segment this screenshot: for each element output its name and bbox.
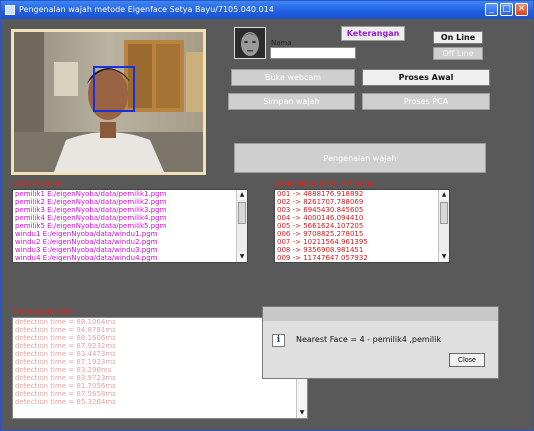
scroll-up-icon[interactable]: ▲: [439, 190, 449, 200]
list-item[interactable]: 006 -> 9708825.278015: [275, 230, 449, 238]
list-item[interactable]: 005 -> 5661624.107205: [275, 222, 449, 230]
app-icon: [5, 5, 15, 15]
proses-pca-button[interactable]: Proses PCA: [362, 93, 490, 110]
list-item[interactable]: pemilik5 E:/eigenNyoba/data/pemilik5.pgm: [13, 222, 247, 230]
scroll-thumb[interactable]: [238, 202, 246, 224]
minimize-icon[interactable]: _: [485, 3, 498, 16]
list-item[interactable]: pemilik3 E:/eigenNyoba/data/pemilik3.pgm: [13, 206, 247, 214]
list-item[interactable]: 007 -> 10211564.961395: [275, 238, 449, 246]
training-list-scrollbar[interactable]: ▲ ▼: [236, 190, 247, 262]
dialog-close-button[interactable]: Close: [449, 353, 485, 367]
list-item[interactable]: 008 -> 9356908.981451: [275, 246, 449, 254]
simpan-wajah-button[interactable]: Simpan wajah: [228, 93, 355, 110]
buka-webcam-button[interactable]: Buka webcam: [231, 69, 355, 86]
nama-input[interactable]: [270, 47, 356, 59]
training-list[interactable]: pemilik1 E:/eigenNyoba/data/pemilik1.pgm…: [12, 189, 248, 263]
list-item[interactable]: 004 -> 4000146.094410: [275, 214, 449, 222]
list-item[interactable]: detection time = 81.7056ms: [13, 382, 307, 390]
list-item[interactable]: 002 -> 8261707.788069: [275, 198, 449, 206]
list-item[interactable]: windu4 E:/eigenNyoba/data/windu4.pgm: [13, 254, 247, 262]
title-bar[interactable]: Pengenalan wajah metode Eigenface Setya …: [1, 1, 533, 19]
list-item[interactable]: pemilik1 E:/eigenNyoba/data/pemilik1.pgm: [13, 190, 247, 198]
distance-list[interactable]: 001 -> 4888176.918892 002 -> 8261707.7880…: [274, 189, 450, 263]
scroll-down-icon[interactable]: ▼: [237, 252, 247, 262]
webcam-frame-image: [14, 32, 203, 172]
list-item[interactable]: 009 -> 11747647.057932: [275, 254, 449, 262]
list-item[interactable]: windu1 E:/eigenNyoba/data/windu1.pgm: [13, 230, 247, 238]
proses-awal-button[interactable]: Proses Awal: [362, 69, 490, 86]
list-item[interactable]: windu3 E:/eigenNyoba/data/windu3.pgm: [13, 246, 247, 254]
info-icon: i: [272, 334, 285, 347]
nama-label: Nama: [271, 39, 292, 47]
maximize-icon[interactable]: □: [500, 3, 513, 16]
close-icon[interactable]: ✕: [515, 3, 528, 16]
main-window: Pengenalan wajah metode Eigenface Setya …: [0, 0, 534, 431]
keterangan-button[interactable]: Keterangan: [341, 26, 405, 41]
list-item[interactable]: detection time = 87.5658ms: [13, 390, 307, 398]
list-item[interactable]: 001 -> 4888176.918892: [275, 190, 449, 198]
list-item[interactable]: windu5 E:/eigenNyoba/data/windu5.pgm: [13, 262, 247, 263]
list-item[interactable]: pemilik2 E:/eigenNyoba/data/pemilik2.pgm: [13, 198, 247, 206]
list-item[interactable]: 003 -> 6945430.845605: [275, 206, 449, 214]
scroll-down-icon[interactable]: ▼: [439, 252, 449, 262]
distance-list-label: Jarak eigenface terhadap: [274, 179, 375, 188]
scroll-up-icon[interactable]: ▲: [237, 190, 247, 200]
scroll-thumb[interactable]: [440, 202, 448, 224]
distance-list-scrollbar[interactable]: ▲ ▼: [438, 190, 449, 262]
list-item[interactable]: 010 -> 12913921.578528: [275, 262, 449, 263]
offline-button[interactable]: Off Line: [433, 47, 483, 60]
pengenalan-wajah-button[interactable]: Pengenalan wajah: [234, 143, 486, 173]
face-thumbnail: [234, 27, 266, 59]
list-item[interactable]: pemilik4 E:/eigenNyoba/data/pemilik4.pgm: [13, 214, 247, 222]
scroll-down-icon[interactable]: ▼: [297, 408, 307, 418]
online-button[interactable]: On Line: [433, 31, 483, 44]
dialog-title-bar[interactable]: [263, 307, 498, 321]
message-dialog: i Nearest Face = 4 - pemilik4 ,pemilik C…: [262, 306, 499, 379]
window-title: Pengenalan wajah metode Eigenface Setya …: [19, 5, 274, 14]
dialog-message: Nearest Face = 4 - pemilik4 ,pemilik: [296, 335, 441, 344]
webcam-preview: [11, 29, 206, 175]
fps-list-label: Frame per detik: [12, 307, 76, 316]
list-item[interactable]: windu2 E:/eigenNyoba/data/windu2.pgm: [13, 238, 247, 246]
training-list-label: Data trained: [12, 179, 63, 188]
list-item[interactable]: detection time = 85.3264ms: [13, 398, 307, 406]
